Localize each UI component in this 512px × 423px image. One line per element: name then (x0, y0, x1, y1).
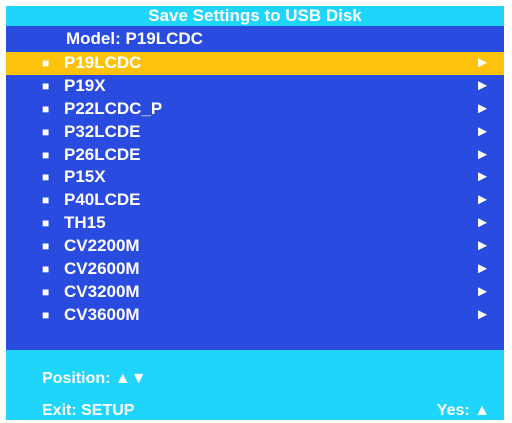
menu-title: Save Settings to USB Disk (6, 6, 504, 26)
bullet-icon: ■ (42, 239, 50, 254)
list-item-label: P15X (64, 167, 106, 187)
yes-hint: Yes: ▲ (436, 402, 490, 419)
bullet-icon: ■ (42, 170, 50, 185)
arrow-right-icon: ► (475, 191, 490, 209)
bullet-icon: ■ (42, 56, 50, 70)
list-item[interactable]: ■ P22LCDC_P ► (6, 98, 504, 121)
list-item-label: P26LCDE (64, 144, 141, 164)
bullet-icon: ■ (42, 124, 50, 139)
list-item[interactable]: ■ P15X ► (6, 166, 504, 189)
bullet-icon: ■ (42, 284, 50, 299)
exit-hint: Exit: SETUP (42, 402, 135, 419)
arrow-right-icon: ► (475, 145, 490, 163)
bullet-icon: ■ (42, 307, 50, 322)
list-item[interactable]: ■ P32LCDE ► (6, 121, 504, 144)
list-item[interactable]: ■ P26LCDE ► (6, 144, 504, 167)
list-item-label: CV3600M (64, 304, 140, 324)
list-item[interactable]: ■ P19LCDC ► (6, 52, 504, 75)
list-item[interactable]: ■ P40LCDE ► (6, 189, 504, 212)
list-item[interactable]: ■ CV2200M ► (6, 235, 504, 258)
arrow-right-icon: ► (475, 122, 490, 140)
arrow-right-icon: ► (475, 237, 490, 255)
list-item-label: CV3200M (64, 281, 140, 301)
arrow-right-icon: ► (475, 305, 490, 323)
list-item[interactable]: ■ P19X ► (6, 75, 504, 98)
arrow-right-icon: ► (475, 214, 490, 232)
list-item-label: P40LCDE (64, 190, 141, 210)
list-item[interactable]: ■ CV3200M ► (6, 281, 504, 304)
arrow-right-icon: ► (475, 168, 490, 186)
list-item-label: TH15 (64, 213, 106, 233)
arrow-right-icon: ► (475, 282, 490, 300)
arrow-right-icon: ► (475, 76, 490, 94)
bullet-icon: ■ (42, 193, 50, 208)
list-item-label: P22LCDC_P (64, 98, 163, 118)
arrow-right-icon: ► (475, 54, 490, 71)
list-item-label: P19X (64, 75, 106, 95)
model-list: ■ P19LCDC ► ■ P19X ► ■ P22LCDC_P ► ■ P32… (6, 52, 504, 327)
model-label: Model: P19LCDC (66, 29, 203, 48)
list-item[interactable]: ■ TH15 ► (6, 212, 504, 235)
arrow-right-icon: ► (475, 260, 490, 278)
bullet-icon: ■ (42, 262, 50, 277)
bullet-icon: ■ (42, 147, 50, 162)
position-hint: Position: ▲▼ (42, 370, 147, 387)
bullet-icon: ■ (42, 101, 50, 116)
list-item[interactable]: ■ CV3600M ► (6, 304, 504, 327)
arrow-right-icon: ► (475, 99, 490, 117)
list-item[interactable]: ■ CV2600M ► (6, 258, 504, 281)
bullet-icon: ■ (42, 78, 50, 93)
list-item-label: CV2600M (64, 259, 140, 279)
list-item-label: CV2200M (64, 236, 140, 256)
list-item-label: P19LCDC (64, 53, 142, 72)
osd-menu: Save Settings to USB Disk Model: P19LCDC… (6, 6, 504, 420)
list-item-label: P32LCDE (64, 121, 141, 141)
footer-bar: Position: ▲▼ Exit: SETUP Yes: ▲ (6, 350, 504, 420)
bullet-icon: ■ (42, 216, 50, 231)
